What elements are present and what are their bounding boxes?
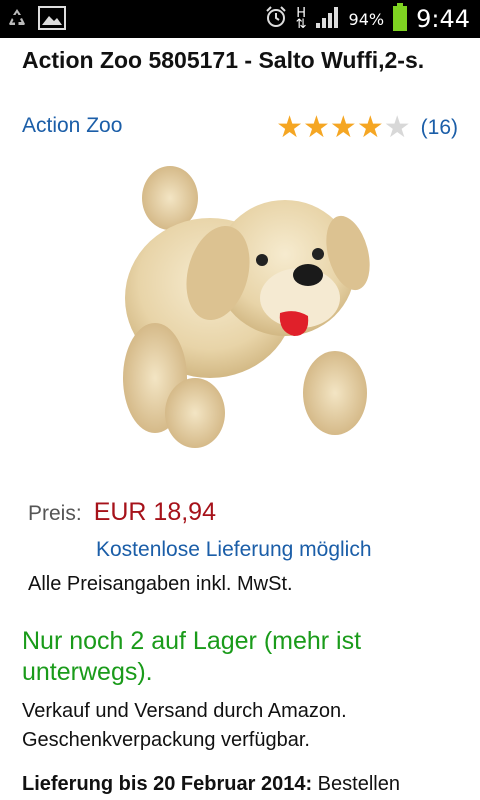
sold-by-text: Verkauf und Versand durch Amazon. Gesche… <box>22 700 347 751</box>
delivery-date: Lieferung bis 20 Februar 2014: <box>22 773 313 795</box>
clock: 9:44 <box>416 5 470 33</box>
image-icon <box>38 6 66 35</box>
delivery-estimate: Lieferung bis 20 Februar 2014: Bestellen <box>22 773 400 796</box>
delivery-order-text: Bestellen <box>317 773 400 795</box>
alarm-icon <box>264 5 288 34</box>
network-type-icon: H ⇅ <box>295 6 307 32</box>
brand-link[interactable]: Action Zoo <box>22 114 122 138</box>
battery-icon <box>392 2 408 36</box>
battery-percent: 94% <box>348 9 385 29</box>
status-bar: H ⇅ 94% 9:44 <box>0 0 480 38</box>
star-rating: ★ ★ ★ ★ ★ <box>276 112 411 144</box>
star-filled-icon: ★ <box>329 111 357 144</box>
price-label: Preis: <box>28 502 82 525</box>
recycle-icon <box>6 7 28 34</box>
price-row: Preis: EUR 18,94 <box>28 498 216 527</box>
star-filled-icon: ★ <box>356 111 384 144</box>
vat-note: Alle Preisangaben inkl. MwSt. <box>28 573 293 595</box>
price-value: EUR 18,94 <box>93 498 216 526</box>
product-title: Action Zoo 5805171 - Salto Wuffi,2-s. <box>22 47 425 73</box>
star-filled-icon: ★ <box>276 111 304 144</box>
rating[interactable]: ★ ★ ★ ★ ★ (16) <box>276 112 458 144</box>
free-delivery-link[interactable]: Kostenlose Lieferung möglich <box>96 538 372 562</box>
product-image[interactable] <box>100 158 380 468</box>
stock-status: Nur noch 2 auf Lager (mehr ist unterwegs… <box>22 627 362 686</box>
review-count-link[interactable]: (16) <box>421 116 458 140</box>
signal-icon <box>315 5 341 34</box>
star-filled-icon: ★ <box>303 111 330 144</box>
star-empty-icon: ★ <box>383 111 411 144</box>
